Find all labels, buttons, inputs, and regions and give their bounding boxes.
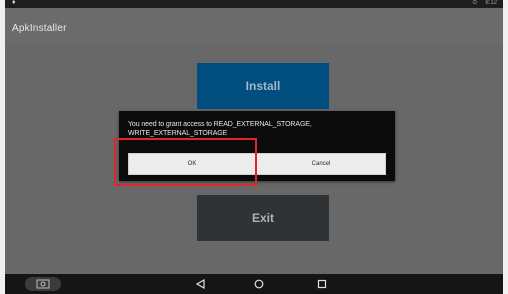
home-icon[interactable] (254, 279, 264, 289)
exit-button[interactable]: Exit (197, 195, 329, 241)
status-right: ⊙ 8:12 (464, 0, 497, 7)
location-icon: ⊙ (472, 0, 478, 6)
status-bar: ♦ ⊙ 8:12 (5, 0, 503, 8)
notification-icon: ♦ (12, 0, 16, 6)
cancel-button[interactable]: Cancel (256, 153, 386, 175)
app-bar: ApkInstaller (5, 8, 503, 46)
app-title: ApkInstaller (12, 23, 67, 34)
clock: 8:12 (485, 0, 497, 6)
highlight-box (114, 138, 257, 186)
recents-icon[interactable] (317, 279, 327, 289)
install-button[interactable]: Install (197, 63, 329, 109)
navigation-bar (5, 274, 503, 294)
back-icon[interactable] (196, 279, 206, 289)
dialog-message: You need to grant access to READ_EXTERNA… (128, 121, 312, 137)
screenshot-icon[interactable] (25, 277, 61, 291)
